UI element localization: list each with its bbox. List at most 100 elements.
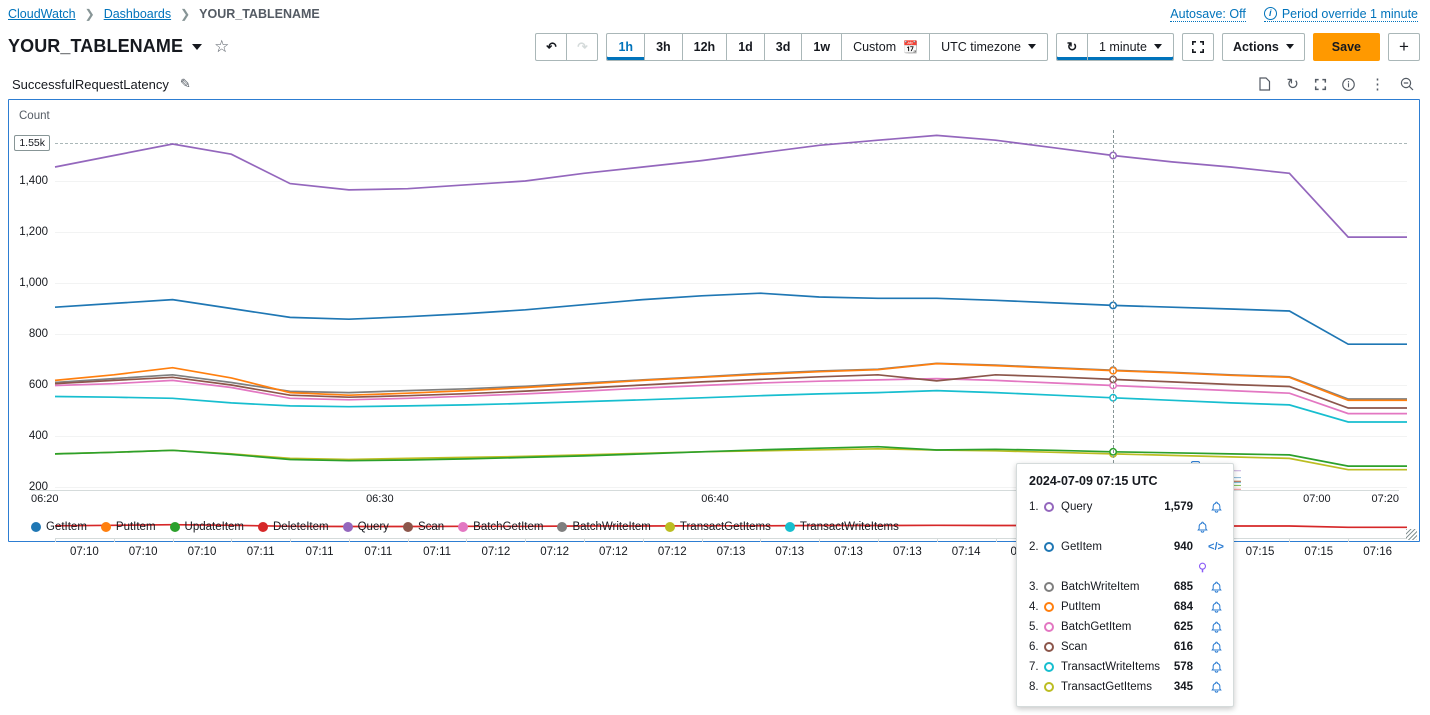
tooltip-row[interactable]: 1.Query1,579 [1017,497,1233,517]
refresh-group: ↻ 1 minute [1056,33,1174,61]
source-code-icon[interactable]: </> [1207,541,1225,553]
series-line[interactable] [55,364,1407,401]
title-row: YOUR_TABLENAME ☆ ↶ ↷ 1h 3h 12h 1d 3d 1w … [0,28,1430,65]
tooltip-row[interactable]: 8.TransactGetItems345 [1017,677,1233,697]
alarm-bell-icon[interactable] [1207,621,1225,634]
alarm-bell-icon[interactable] [1207,581,1225,594]
legend-item[interactable]: BatchWriteItem [557,521,650,533]
tooltip-metric-value: 1,579 [1164,501,1193,513]
info-icon[interactable] [1342,78,1355,91]
autosave-toggle[interactable]: Autosave: Off [1170,7,1246,22]
tooltip-row[interactable]: 6.Scan616 [1017,637,1233,657]
tooltip-rank: 4. [1029,601,1044,613]
legend-item[interactable]: Scan [403,521,444,533]
x-axis-tick: 07:12 [599,546,628,558]
zoom-out-icon[interactable] [1400,77,1414,91]
duplicate-icon[interactable] [1258,77,1271,91]
breadcrumb-item-dashboards[interactable]: Dashboards [104,7,171,21]
x-tick-mark [878,538,879,542]
range-1h[interactable]: 1h [606,33,645,61]
add-widget-button[interactable]: + [1388,33,1420,61]
legend-item[interactable]: TransactWriteItems [785,521,899,533]
legend-color-dot [458,522,468,532]
tooltip-metric-name: Query [1061,501,1164,513]
legend-item[interactable]: DeleteItem [258,521,329,533]
legend-item[interactable]: PutItem [101,521,156,533]
insights-bulb-icon[interactable] [1193,561,1211,574]
timezone-select[interactable]: UTC timezone [929,33,1048,61]
star-icon[interactable]: ☆ [214,38,229,55]
refresh-interval-select[interactable]: 1 minute [1087,33,1174,61]
redo-button[interactable]: ↷ [566,33,598,61]
actions-button[interactable]: Actions [1222,33,1305,61]
range-3d[interactable]: 3d [764,33,803,61]
breadcrumb-separator-icon: ❯ [85,7,95,21]
series-line[interactable] [55,293,1407,344]
alarm-bell-icon[interactable] [1207,681,1225,694]
tooltip-metric-name: GetItem [1061,541,1174,553]
alarm-bell-icon[interactable] [1193,521,1211,534]
chevron-down-icon [1154,44,1162,49]
x-tick-mark [584,538,585,542]
legend-item[interactable]: GetItem [31,521,87,533]
legend-item[interactable]: TransactGetItems [665,521,771,533]
actions-label: Actions [1233,40,1279,54]
undo-redo-group: ↶ ↷ [535,33,598,61]
tooltip-metric-value: 578 [1174,661,1193,673]
chevron-down-icon [1286,44,1294,49]
legend-color-dot [101,522,111,532]
series-line[interactable] [55,375,1407,408]
x-axis-tick: 07:12 [481,546,510,558]
tooltip-metric-name: TransactGetItems [1061,681,1174,693]
x-tick-mark [173,538,174,542]
legend-item[interactable]: UpdateItem [170,521,244,533]
alarm-bell-icon[interactable] [1207,661,1225,674]
range-1d[interactable]: 1d [726,33,765,61]
x-axis-tick: 07:12 [540,546,569,558]
legend-label: UpdateItem [185,521,244,533]
x-tick-mark [525,538,526,542]
top-bar: CloudWatch ❯ Dashboards ❯ YOUR_TABLENAME… [0,0,1430,28]
expand-icon[interactable] [1314,78,1327,91]
custom-range-button[interactable]: Custom 📆 [841,33,930,61]
undo-button[interactable]: ↶ [535,33,567,61]
range-12h[interactable]: 12h [682,33,728,61]
refresh-button[interactable]: ↻ [1056,33,1088,61]
y-axis-tick: 800 [29,328,48,340]
alarm-bell-icon[interactable] [1207,501,1225,514]
panel-resize-handle[interactable] [1406,529,1417,540]
dashboard-toolbar: ↶ ↷ 1h 3h 12h 1d 3d 1w Custom 📆 UTC time… [535,33,1430,61]
tooltip-row[interactable]: 2.GetItem940</> [1017,537,1233,557]
tooltip-color-ring [1044,602,1054,612]
alarm-bell-icon[interactable] [1207,601,1225,614]
tooltip-metric-value: 685 [1174,581,1193,593]
breadcrumb-separator-icon: ❯ [180,7,190,21]
chevron-down-icon[interactable] [192,44,202,50]
tooltip-row[interactable]: 5.BatchGetItem625 [1017,617,1233,637]
alarm-bell-icon[interactable] [1207,641,1225,654]
tooltip-color-ring [1044,662,1054,672]
breadcrumb-item-cloudwatch[interactable]: CloudWatch [8,7,76,21]
save-button[interactable]: Save [1313,33,1380,61]
fullscreen-button[interactable] [1182,33,1214,61]
legend-item[interactable]: BatchGetItem [458,521,543,533]
tooltip-row[interactable]: 7.TransactWriteItems578 [1017,657,1233,677]
range-1w[interactable]: 1w [801,33,842,61]
more-options-icon[interactable]: ⋮ [1370,77,1385,92]
x-tick-mark [408,538,409,542]
annotation-badge[interactable]: 1.55k [14,135,50,151]
legend-item[interactable]: Query [343,521,389,533]
tooltip-row[interactable]: 4.PutItem684 [1017,597,1233,617]
series-line[interactable] [55,135,1407,237]
pencil-icon[interactable]: ✎ [180,76,191,92]
tooltip-rank: 8. [1029,681,1044,693]
series-line[interactable] [55,391,1407,422]
period-override-link[interactable]: i Period override 1 minute [1264,7,1418,22]
x-axis-tick: 07:11 [423,546,451,558]
legend-label: Query [358,521,389,533]
x-tick-mark [1348,538,1349,542]
tooltip-row[interactable]: 3.BatchWriteItem685 [1017,577,1233,597]
period-override-label: Period override 1 minute [1282,7,1418,21]
range-3h[interactable]: 3h [644,33,683,61]
refresh-icon[interactable]: ↻ [1286,77,1299,92]
